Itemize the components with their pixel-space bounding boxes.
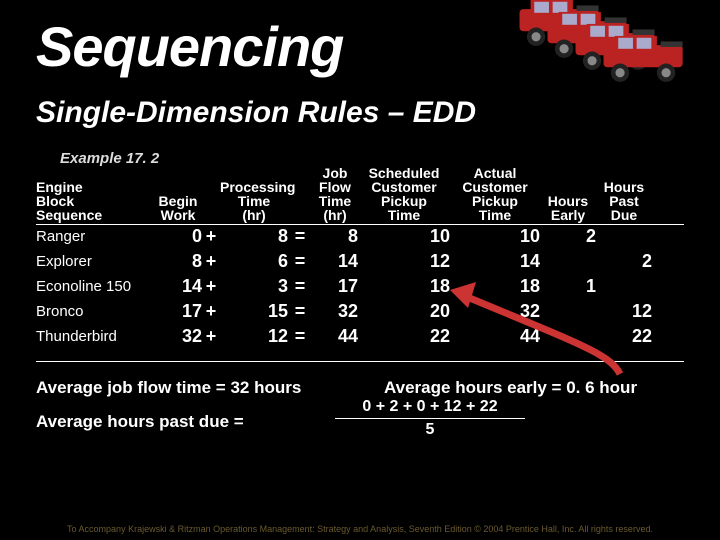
- cell-plus: +: [202, 226, 220, 247]
- footer-text: To Accompany Krajewski & Ritzman Operati…: [0, 524, 720, 534]
- page-subtitle: Single-Dimension Rules – EDD: [36, 96, 476, 130]
- col-scheduled: Scheduled Customer Pickup Time: [358, 166, 450, 222]
- header-rule: [36, 224, 684, 225]
- cell-past: 22: [596, 326, 652, 347]
- cell-past: 12: [596, 301, 652, 322]
- col-actual: Actual Customer Pickup Time: [450, 166, 540, 222]
- cell-begin: 0: [154, 226, 202, 247]
- table-row: Thunderbird32+12=44224422: [36, 324, 652, 349]
- fraction-denominator: 5: [320, 421, 540, 439]
- cell-proc: 6: [220, 251, 288, 272]
- cell-flow: 14: [312, 251, 358, 272]
- cell-plus: +: [202, 251, 220, 272]
- table-row: Bronco17+15=32203212: [36, 299, 652, 324]
- cell-sched: 10: [358, 226, 450, 247]
- avg-flow-text: Average job flow time = 32 hours: [36, 378, 301, 398]
- cell-plus: +: [202, 276, 220, 297]
- cell-begin: 32: [154, 326, 202, 347]
- cell-name: Ranger: [36, 228, 154, 245]
- cell-act: 32: [450, 301, 540, 322]
- cell-early: 1: [540, 276, 596, 297]
- cell-begin: 17: [154, 301, 202, 322]
- col-begin: Begin Work: [154, 194, 202, 222]
- car-graphic: [514, 0, 714, 94]
- cell-eq: =: [288, 251, 312, 272]
- cell-plus: +: [202, 301, 220, 322]
- fraction-line: [335, 418, 525, 419]
- col-early: Hours Early: [540, 194, 596, 222]
- cell-proc: 8: [220, 226, 288, 247]
- table-header-row: Engine Block Sequence Begin Work Process…: [36, 164, 652, 222]
- fraction-numerator: 0 + 2 + 0 + 12 + 22: [320, 398, 540, 416]
- cell-sched: 18: [358, 276, 450, 297]
- edd-table: Engine Block Sequence Begin Work Process…: [36, 164, 652, 349]
- cell-past: 2: [596, 251, 652, 272]
- avg-early-text: Average hours early = 0. 6 hour: [384, 378, 637, 398]
- cell-proc: 12: [220, 326, 288, 347]
- cell-eq: =: [288, 276, 312, 297]
- cell-eq: =: [288, 226, 312, 247]
- cell-act: 10: [450, 226, 540, 247]
- cell-eq: =: [288, 326, 312, 347]
- cell-name: Explorer: [36, 253, 154, 270]
- avg-past-text: Average hours past due =: [36, 412, 244, 432]
- cell-act: 14: [450, 251, 540, 272]
- cell-flow: 32: [312, 301, 358, 322]
- table-row: Ranger0+8=810102: [36, 224, 652, 249]
- cell-begin: 14: [154, 276, 202, 297]
- page-title: Sequencing: [36, 14, 343, 79]
- col-past: Hours Past Due: [596, 180, 652, 222]
- cell-name: Econoline 150: [36, 278, 154, 295]
- cell-act: 18: [450, 276, 540, 297]
- cell-eq: =: [288, 301, 312, 322]
- cell-name: Thunderbird: [36, 328, 154, 345]
- cell-act: 44: [450, 326, 540, 347]
- cell-flow: 17: [312, 276, 358, 297]
- table-row: Explorer8+6=1412142: [36, 249, 652, 274]
- cell-proc: 15: [220, 301, 288, 322]
- cell-flow: 44: [312, 326, 358, 347]
- total-rule: [36, 361, 684, 362]
- col-name: Engine Block Sequence: [36, 180, 154, 222]
- cell-begin: 8: [154, 251, 202, 272]
- cell-sched: 12: [358, 251, 450, 272]
- cell-proc: 3: [220, 276, 288, 297]
- col-processing: Processing Time (hr): [220, 180, 288, 222]
- cell-sched: 22: [358, 326, 450, 347]
- cell-name: Bronco: [36, 303, 154, 320]
- cell-flow: 8: [312, 226, 358, 247]
- cell-early: 2: [540, 226, 596, 247]
- cell-plus: +: [202, 326, 220, 347]
- avg-past-fraction: 0 + 2 + 0 + 12 + 22 5: [320, 398, 540, 439]
- table-row: Econoline 15014+3=1718181: [36, 274, 652, 299]
- col-flow: Job Flow Time (hr): [312, 166, 358, 222]
- cell-sched: 20: [358, 301, 450, 322]
